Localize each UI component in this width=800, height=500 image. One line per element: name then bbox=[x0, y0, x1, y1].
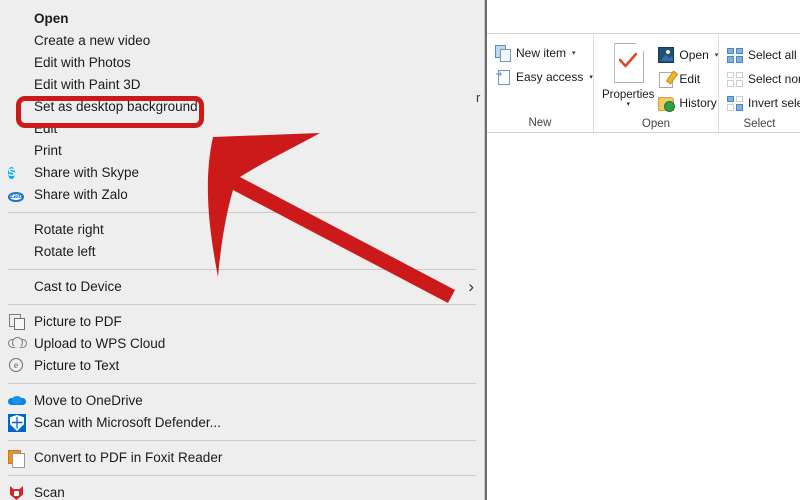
menu-item-label: Move to OneDrive bbox=[34, 393, 143, 408]
select-all-icon bbox=[727, 47, 743, 63]
picture-to-pdf-icon bbox=[8, 313, 26, 331]
open-label: Open bbox=[679, 48, 709, 62]
menu-item-label: Cast to Device bbox=[34, 279, 122, 294]
menu-item-label: Share with Zalo bbox=[34, 187, 128, 202]
menu-item-move-to-onedrive[interactable]: Move to OneDrive bbox=[0, 390, 484, 412]
menu-separator bbox=[8, 475, 476, 476]
select-none-button[interactable]: Select none bbox=[727, 67, 800, 91]
properties-button[interactable]: Properties ▾ bbox=[602, 41, 654, 109]
menu-item-scan-with-microsoft-defender[interactable]: Scan with Microsoft Defender... bbox=[0, 412, 484, 434]
ribbon: New item ▾ Easy access ▾ New Properties … bbox=[487, 33, 800, 133]
foxit-pdf-icon bbox=[8, 449, 26, 468]
menu-item-label: Open bbox=[34, 11, 69, 26]
menu-item-rotate-left[interactable]: Rotate left bbox=[0, 241, 484, 263]
menu-separator bbox=[8, 269, 476, 270]
edit-pencil-icon bbox=[658, 71, 674, 88]
chevron-down-icon[interactable]: ▾ bbox=[715, 51, 719, 59]
new-item-label: New item bbox=[516, 46, 567, 60]
open-image-icon bbox=[658, 47, 675, 63]
menu-item-label: Upload to WPS Cloud bbox=[34, 336, 166, 351]
file-explorer-window: New item ▾ Easy access ▾ New Properties … bbox=[485, 0, 800, 500]
menu-item-label: Picture to PDF bbox=[34, 314, 122, 329]
menu-item-convert-to-pdf-in-foxit-reader[interactable]: Convert to PDF in Foxit Reader bbox=[0, 447, 484, 469]
menu-item-set-as-desktop-background[interactable]: Set as desktop background bbox=[0, 96, 484, 118]
ribbon-tabstrip-area bbox=[487, 0, 800, 33]
invert-selection-label: Invert selection bbox=[748, 96, 800, 110]
menu-item-label: Rotate left bbox=[34, 244, 96, 259]
menu-item-upload-to-wps-cloud[interactable]: Upload to WPS Cloud bbox=[0, 333, 484, 355]
properties-icon bbox=[608, 43, 648, 87]
menu-item-label: Scan bbox=[34, 485, 65, 500]
menu-separator bbox=[8, 383, 476, 384]
open-button[interactable]: Open ▾ bbox=[658, 43, 718, 67]
onedrive-icon bbox=[8, 392, 26, 410]
edit-label: Edit bbox=[679, 72, 701, 86]
chevron-down-icon[interactable]: ▾ bbox=[589, 73, 593, 81]
menu-separator bbox=[8, 212, 476, 213]
screenshot-root: New item ▾ Easy access ▾ New Properties … bbox=[0, 0, 800, 500]
menu-item-edit[interactable]: Edit bbox=[0, 118, 484, 140]
menu-item-label: Print bbox=[34, 143, 62, 158]
menu-item-label: Scan with Microsoft Defender... bbox=[34, 415, 221, 430]
skype-icon: S bbox=[8, 167, 16, 179]
menu-item-label: Set as desktop background bbox=[34, 99, 198, 114]
easy-access-label: Easy access bbox=[516, 70, 584, 84]
menu-item-edit-with-paint-3d[interactable]: Edit with Paint 3D bbox=[0, 74, 484, 96]
menu-item-label: Share with Skype bbox=[34, 165, 140, 180]
easy-access-button[interactable]: Easy access ▾ bbox=[495, 65, 593, 89]
menu-separator bbox=[8, 304, 476, 305]
history-icon bbox=[658, 95, 676, 112]
select-all-button[interactable]: Select all bbox=[727, 43, 800, 67]
menu-separator bbox=[8, 440, 476, 441]
menu-item-label: Convert to PDF in Foxit Reader bbox=[34, 450, 223, 465]
select-all-label: Select all bbox=[748, 48, 797, 62]
new-item-button[interactable]: New item ▾ bbox=[495, 41, 593, 65]
invert-selection-icon bbox=[727, 95, 743, 111]
defender-shield-icon bbox=[8, 414, 26, 432]
menu-item-open[interactable]: Open bbox=[0, 8, 484, 30]
ribbon-group-new: New item ▾ Easy access ▾ New bbox=[487, 34, 594, 132]
menu-item-scan[interactable]: Scan bbox=[0, 482, 484, 500]
menu-item-picture-to-text[interactable]: Picture to Text bbox=[0, 355, 484, 377]
menu-item-cast-to-device[interactable]: Cast to Device › bbox=[0, 276, 484, 298]
zalo-icon: Zalo bbox=[8, 192, 25, 202]
menu-item-print[interactable]: Print bbox=[0, 140, 484, 162]
history-button[interactable]: History bbox=[658, 91, 718, 115]
ribbon-group-open: Properties ▾ Open ▾ Edit History Open bbox=[594, 34, 719, 132]
chevron-down-icon[interactable]: ▾ bbox=[572, 49, 576, 57]
menu-item-rotate-right[interactable]: Rotate right bbox=[0, 219, 484, 241]
menu-item-picture-to-pdf[interactable]: Picture to PDF bbox=[0, 311, 484, 333]
history-label: History bbox=[679, 96, 717, 110]
menu-item-label: Rotate right bbox=[34, 222, 104, 237]
easy-access-icon bbox=[495, 69, 511, 85]
ribbon-group-label-open: Open bbox=[641, 118, 671, 130]
clipped-background-text: r bbox=[476, 90, 481, 105]
menu-item-label: Edit with Paint 3D bbox=[34, 77, 141, 92]
invert-selection-button[interactable]: Invert selection bbox=[727, 91, 800, 115]
select-none-label: Select none bbox=[748, 72, 800, 86]
menu-item-edit-with-photos[interactable]: Edit with Photos bbox=[0, 52, 484, 74]
red-check-icon bbox=[619, 53, 638, 68]
picture-to-text-icon bbox=[8, 357, 26, 375]
menu-item-label: Edit bbox=[34, 121, 58, 136]
ribbon-group-label-new: New bbox=[528, 117, 552, 129]
ribbon-group-label-select: Select bbox=[743, 118, 776, 130]
menu-item-create-a-new-video[interactable]: Create a new video bbox=[0, 30, 484, 52]
chevron-down-icon[interactable]: ▾ bbox=[626, 101, 630, 109]
ribbon-group-select: Select all Select none Inv bbox=[719, 34, 800, 132]
scan-shield-icon bbox=[8, 484, 26, 500]
edit-button[interactable]: Edit bbox=[658, 67, 718, 91]
menu-item-share-with-zalo[interactable]: Zalo Share with Zalo bbox=[0, 184, 484, 206]
chevron-right-icon[interactable]: › bbox=[468, 277, 474, 297]
cloud-upload-icon bbox=[8, 335, 27, 353]
new-item-icon bbox=[495, 45, 511, 62]
select-none-icon bbox=[727, 71, 743, 87]
menu-item-share-with-skype[interactable]: S Share with Skype bbox=[0, 162, 484, 184]
properties-label: Properties bbox=[602, 89, 655, 101]
menu-item-label: Picture to Text bbox=[34, 358, 120, 373]
menu-item-label: Edit with Photos bbox=[34, 55, 131, 70]
menu-item-label: Create a new video bbox=[34, 33, 151, 48]
file-context-menu: Open Create a new video Edit with Photos… bbox=[0, 0, 485, 500]
